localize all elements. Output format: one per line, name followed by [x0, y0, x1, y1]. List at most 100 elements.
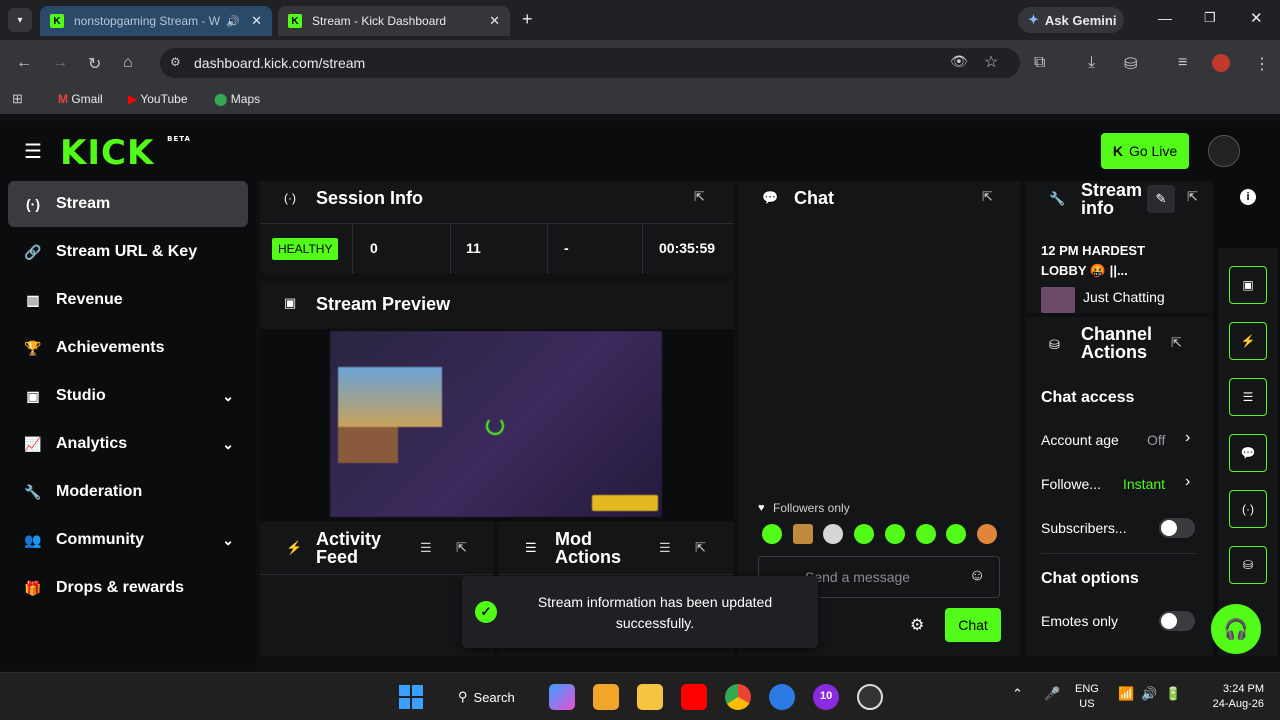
sidebar-item-community[interactable]: 👥 Community ⌄ — [8, 517, 248, 563]
preview-video[interactable] — [330, 331, 662, 517]
bookmark-gmail[interactable]: M Gmail — [58, 92, 103, 106]
go-live-button[interactable]: K Go Live — [1101, 133, 1189, 169]
browser-tab-active[interactable]: K Stream - Kick Dashboard ✕ — [278, 6, 510, 36]
minimize-button[interactable]: — — [1158, 10, 1172, 26]
kick-logo[interactable]: KICK BETA — [60, 133, 191, 173]
popout-icon[interactable]: ⇱ — [1171, 335, 1182, 351]
emoji-icon[interactable]: ☺ — [969, 567, 985, 585]
bookmark-maps[interactable]: ⬤ Maps — [214, 92, 260, 106]
youtube-app-icon[interactable] — [681, 684, 707, 710]
emotes-only-toggle[interactable] — [1159, 611, 1195, 631]
file-explorer-icon[interactable] — [637, 684, 663, 710]
emote-icon[interactable] — [916, 524, 936, 544]
followers-value[interactable]: Instant — [1123, 476, 1165, 492]
emote-icon[interactable] — [762, 524, 782, 544]
sidebar-item-drops-rewards[interactable]: 🎁 Drops & rewards — [8, 565, 248, 611]
emote-icon[interactable] — [946, 524, 966, 544]
battery-icon[interactable]: 🔋 — [1165, 686, 1181, 702]
chevron-right-icon[interactable]: › — [1185, 473, 1190, 491]
panel-title: Chat — [794, 188, 834, 208]
app-icon[interactable] — [593, 684, 619, 710]
chrome-icon[interactable] — [725, 684, 751, 710]
chat-send-button[interactable]: Chat — [945, 608, 1001, 642]
chat-toggle-icon[interactable]: 💬 — [1229, 434, 1267, 472]
browser-tab[interactable]: K nonstopgaming Stream - W 🔊 ✕ — [40, 6, 272, 36]
windows-start-icon[interactable] — [399, 685, 423, 709]
app-icon[interactable]: 10 — [813, 684, 839, 710]
site-info-icon[interactable]: ⚙ — [170, 55, 181, 69]
volume-icon[interactable]: 🔊 — [1141, 686, 1157, 702]
show-hidden-icons[interactable]: ⌃ — [1012, 686, 1023, 702]
divider — [499, 574, 734, 575]
user-avatar[interactable] — [1208, 135, 1240, 167]
broadcast-toggle-icon[interactable]: (·) — [1229, 490, 1267, 528]
download-icon[interactable]: ⤓ — [1088, 54, 1095, 72]
emote-icon[interactable] — [823, 524, 843, 544]
close-window-button[interactable]: ✕ — [1250, 9, 1263, 27]
media-icon[interactable]: ≡ — [1178, 54, 1187, 72]
bookmark-star-icon[interactable]: ☆ — [984, 52, 998, 72]
sidebar-item-analytics[interactable]: 📈 Analytics ⌄ — [8, 421, 248, 467]
subscribers-toggle[interactable] — [1159, 518, 1195, 538]
edit-pencil-icon[interactable]: ✎ — [1147, 185, 1175, 213]
channel-toggle-icon[interactable]: ⛁ — [1229, 546, 1267, 584]
apps-grid-icon[interactable]: ⊞ — [12, 91, 23, 107]
sidebar-item-revenue[interactable]: ▥ Revenue — [8, 277, 248, 323]
wifi-icon[interactable]: 📶 — [1118, 686, 1134, 702]
emote-icon[interactable] — [854, 524, 874, 544]
app-icon[interactable] — [769, 684, 795, 710]
reload-icon[interactable]: ↻ — [88, 54, 101, 74]
sidebar-item-studio[interactable]: ▣ Studio ⌄ — [8, 373, 248, 419]
info-icon[interactable]: i — [1240, 189, 1256, 205]
popout-icon[interactable]: ⇱ — [982, 189, 993, 205]
popout-icon[interactable]: ⇱ — [1187, 189, 1198, 205]
emote-icon[interactable] — [793, 524, 813, 544]
support-headset-icon[interactable]: 🎧 — [1211, 604, 1261, 654]
chevron-right-icon[interactable]: › — [1185, 429, 1190, 447]
extensions-icon[interactable]: ⧉ — [1034, 54, 1045, 72]
language-indicator[interactable]: ENG US — [1075, 682, 1099, 712]
followers-label[interactable]: Followe... — [1041, 476, 1101, 492]
bookmark-youtube[interactable]: ▶ YouTube — [128, 92, 188, 106]
ask-gemini-button[interactable]: ✦ Ask Gemini — [1018, 7, 1124, 33]
sidebar-item-achievements[interactable]: 🏆 Achievements — [8, 325, 248, 371]
home-icon[interactable]: ⌂ — [123, 54, 133, 72]
sidebar-item-stream-url-key[interactable]: 🔗 Stream URL & Key — [8, 229, 248, 275]
sidebar-item-moderation[interactable]: 🔧 Moderation — [8, 469, 248, 515]
account-age-label[interactable]: Account age — [1041, 432, 1119, 448]
close-tab-icon[interactable]: ✕ — [251, 13, 262, 29]
menu-kebab-icon[interactable]: ⋮ — [1254, 54, 1270, 74]
tab-search-button[interactable]: ▾ — [8, 8, 32, 32]
account-age-value[interactable]: Off — [1147, 432, 1165, 448]
taskbar-search[interactable]: ⚲ Search — [450, 684, 528, 710]
obs-icon[interactable] — [857, 684, 883, 710]
emote-icon[interactable] — [977, 524, 997, 544]
hamburger-menu-icon[interactable]: ☰ — [24, 139, 42, 164]
microphone-icon[interactable]: 🎤 — [1044, 686, 1060, 702]
address-bar[interactable]: ⚙ dashboard.kick.com/stream 👁 ☆ — [160, 48, 1020, 78]
back-icon[interactable]: ← — [16, 54, 32, 72]
filter-icon[interactable]: ☰ — [420, 540, 432, 556]
sidebar-item-label: Stream — [56, 195, 111, 212]
settings-gear-icon[interactable]: ⚙ — [910, 615, 924, 635]
filter-icon[interactable]: ☰ — [659, 540, 671, 556]
eye-off-icon[interactable]: 👁 — [950, 53, 968, 70]
new-tab-button[interactable]: + — [522, 9, 533, 30]
gift-icon: 🎁 — [24, 579, 42, 596]
popout-icon[interactable]: ⇱ — [694, 189, 705, 205]
close-tab-icon[interactable]: ✕ — [489, 13, 500, 29]
list-toggle-icon[interactable]: ☰ — [1229, 378, 1267, 416]
emote-icon[interactable] — [885, 524, 905, 544]
popout-icon[interactable]: ⇱ — [456, 540, 467, 556]
forward-icon[interactable]: → — [52, 54, 68, 72]
copilot-icon[interactable] — [549, 684, 575, 710]
restore-button[interactable]: ❐ — [1204, 10, 1216, 26]
extension-icon[interactable]: ⛁ — [1124, 54, 1137, 74]
sidebar-item-stream[interactable]: (·) Stream — [8, 181, 248, 227]
popout-icon[interactable]: ⇱ — [695, 540, 706, 556]
preview-toggle-icon[interactable]: ▣ — [1229, 266, 1267, 304]
clock[interactable]: 3:24 PM 24-Aug-26 — [1200, 682, 1264, 712]
profile-avatar[interactable] — [1212, 54, 1230, 72]
lightning-toggle-icon[interactable]: ⚡ — [1229, 322, 1267, 360]
speaker-icon[interactable]: 🔊 — [226, 15, 240, 28]
